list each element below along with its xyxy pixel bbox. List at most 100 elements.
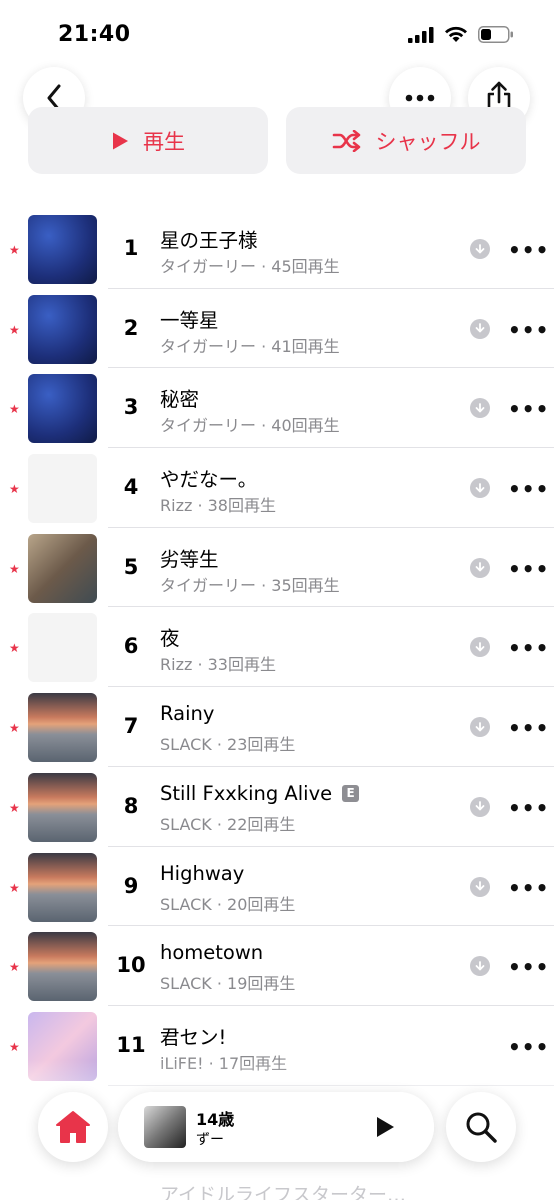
track-row[interactable]: ★ 7 Rainy SLACK · 23回再生 ••• bbox=[0, 687, 554, 767]
track-title: 星の王子様 bbox=[160, 229, 258, 252]
track-more-button[interactable]: ••• bbox=[508, 876, 549, 900]
download-icon[interactable] bbox=[470, 637, 490, 658]
track-artist: Rizz bbox=[160, 655, 193, 675]
play-button[interactable]: 再生 bbox=[28, 107, 268, 174]
mini-player[interactable]: 14歳 ずー bbox=[118, 1092, 434, 1162]
battery-icon bbox=[478, 26, 513, 43]
now-playing-artwork bbox=[144, 1106, 186, 1148]
search-button[interactable] bbox=[446, 1092, 516, 1162]
track-more-button[interactable]: ••• bbox=[508, 796, 549, 820]
download-icon[interactable] bbox=[470, 956, 490, 977]
track-title-line: やだなー。 bbox=[160, 463, 257, 492]
track-row[interactable]: ★ 2 一等星 タイガーリー · 41回再生 ••• bbox=[0, 289, 554, 369]
track-title-line: Highway bbox=[160, 862, 244, 885]
track-artist: Rizz bbox=[160, 496, 193, 516]
separator: · bbox=[192, 655, 208, 675]
status-time: 21:40 bbox=[58, 22, 131, 47]
search-icon bbox=[466, 1112, 497, 1143]
now-playing-title: 14歳 bbox=[196, 1110, 235, 1129]
track-title: hometown bbox=[160, 941, 264, 965]
shuffle-button[interactable]: シャッフル bbox=[286, 107, 526, 174]
track-more-button[interactable]: ••• bbox=[508, 955, 549, 979]
track-play-count: 23回再生 bbox=[227, 735, 296, 755]
track-title: Rainy bbox=[160, 702, 215, 726]
status-bar: 21:40 bbox=[0, 0, 554, 70]
separator: · bbox=[211, 974, 228, 994]
track-title: 秘密 bbox=[160, 388, 200, 412]
track-play-count: 41回再生 bbox=[271, 336, 340, 356]
track-artwork bbox=[28, 852, 97, 922]
track-more-button[interactable]: ••• bbox=[508, 716, 549, 740]
track-row[interactable]: ★ 9 Highway SLACK · 20回再生 ••• bbox=[0, 847, 554, 927]
next-track-title-faded: アイドルライフスターター… bbox=[160, 1184, 407, 1200]
track-artwork bbox=[28, 454, 97, 524]
track-artwork bbox=[28, 533, 97, 603]
track-more-button[interactable]: ••• bbox=[508, 318, 549, 342]
play-icon bbox=[113, 132, 128, 149]
track-title-line: 劣等生 bbox=[160, 543, 219, 572]
track-play-count: 35回再生 bbox=[271, 575, 340, 595]
separator: · bbox=[211, 894, 228, 914]
track-number: 2 bbox=[123, 315, 139, 340]
track-subtitle: SLACK · 23回再生 bbox=[160, 731, 295, 755]
separator: · bbox=[211, 814, 228, 834]
mini-play-icon[interactable] bbox=[372, 1115, 396, 1139]
download-icon[interactable] bbox=[470, 717, 490, 738]
track-more-button[interactable]: ••• bbox=[508, 477, 549, 501]
track-title: Still Fxxking Alive bbox=[160, 781, 333, 805]
track-list: ★ 1 星の王子様 タイガーリー · 45回再生 ••• ★ 2 一等星 タイガーリー · 41… bbox=[0, 209, 554, 1086]
download-icon[interactable] bbox=[470, 876, 490, 897]
track-play-count: 33回再生 bbox=[207, 655, 276, 675]
track-play-count: 22回再生 bbox=[227, 814, 296, 834]
track-artwork bbox=[28, 294, 97, 364]
track-title: 一等星 bbox=[160, 308, 219, 332]
track-number: 9 bbox=[123, 873, 139, 898]
home-icon bbox=[56, 1111, 90, 1143]
track-row[interactable]: ★ 6 夜 Rizz · 33回再生 ••• bbox=[0, 607, 554, 688]
download-icon[interactable] bbox=[470, 478, 490, 499]
download-icon[interactable] bbox=[470, 318, 490, 339]
now-playing-artist: ずー bbox=[196, 1132, 224, 1148]
track-subtitle: タイガーリー · 41回再生 bbox=[160, 333, 340, 357]
track-title-line: hometown bbox=[160, 941, 263, 964]
track-row[interactable]: ★ 1 星の王子様 タイガーリー · 45回再生 ••• bbox=[0, 209, 554, 289]
track-artist: タイガーリー bbox=[160, 416, 257, 436]
track-more-button[interactable]: ••• bbox=[508, 557, 549, 581]
track-title-line: Rainy bbox=[160, 702, 214, 725]
explicit-badge: E bbox=[342, 784, 360, 802]
shuffle-label: シャッフル bbox=[375, 129, 481, 154]
track-play-count: 40回再生 bbox=[271, 416, 340, 436]
track-subtitle: タイガーリー · 40回再生 bbox=[160, 412, 340, 436]
favorite-star-icon: ★ bbox=[9, 561, 20, 576]
download-icon[interactable] bbox=[470, 557, 490, 578]
track-row[interactable]: ★ 4 やだなー。 Rizz · 38回再生 ••• bbox=[0, 448, 554, 528]
track-artwork bbox=[28, 613, 97, 683]
track-number: 4 bbox=[123, 475, 139, 500]
download-icon[interactable] bbox=[470, 796, 490, 817]
favorite-star-icon: ★ bbox=[9, 800, 20, 815]
cellular-icon bbox=[408, 26, 434, 43]
ellipsis-icon bbox=[405, 94, 435, 102]
track-row[interactable]: ★ 8 Still Fxxking Alive E SLACK · 22回再生 ••• bbox=[0, 767, 554, 847]
track-title: 君セン! bbox=[160, 1025, 227, 1049]
play-label: 再生 bbox=[143, 129, 185, 154]
track-row[interactable]: ★ 10 hometown SLACK · 19回再生 ••• bbox=[0, 926, 554, 1006]
track-number: 5 bbox=[123, 554, 139, 579]
track-more-button[interactable]: ••• bbox=[508, 636, 549, 660]
home-button[interactable] bbox=[38, 1092, 108, 1162]
favorite-star-icon: ★ bbox=[9, 1039, 20, 1054]
track-artwork bbox=[28, 772, 97, 842]
track-more-button[interactable]: ••• bbox=[508, 1035, 549, 1059]
track-row[interactable]: ★ 3 秘密 タイガーリー · 40回再生 ••• bbox=[0, 368, 554, 449]
track-subtitle: Rizz · 38回再生 bbox=[160, 492, 276, 516]
separator: · bbox=[256, 257, 272, 276]
track-subtitle: SLACK · 22回再生 bbox=[160, 811, 295, 835]
track-more-button[interactable]: ••• bbox=[508, 397, 549, 421]
separator: · bbox=[192, 496, 208, 516]
track-artist: タイガーリー bbox=[160, 575, 257, 595]
track-row[interactable]: ★ 5 劣等生 タイガーリー · 35回再生 ••• bbox=[0, 528, 554, 608]
track-more-button[interactable]: ••• bbox=[508, 238, 549, 262]
track-title: 劣等生 bbox=[160, 547, 219, 571]
download-icon[interactable] bbox=[470, 398, 490, 419]
download-icon[interactable] bbox=[470, 239, 490, 259]
